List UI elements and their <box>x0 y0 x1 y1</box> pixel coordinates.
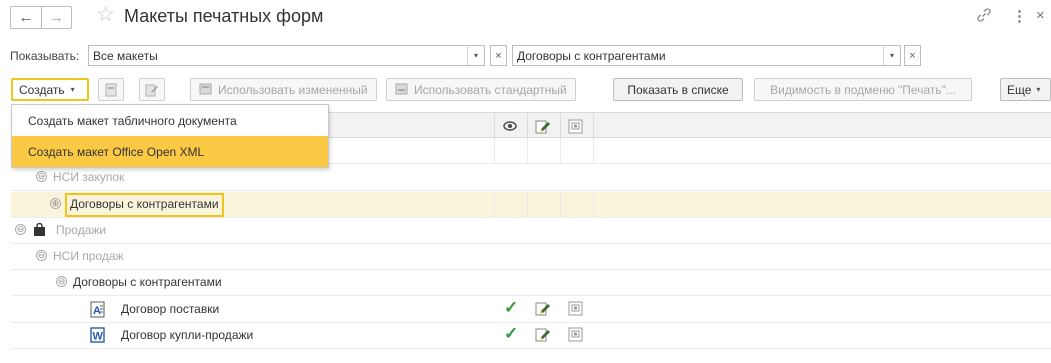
check-icon[interactable]: ✓ <box>504 298 518 318</box>
open-template-button[interactable] <box>98 78 124 101</box>
create-dropdown-menu: Создать макет табличного документа Созда… <box>11 104 329 168</box>
close-icon[interactable]: × <box>1036 7 1045 24</box>
chevron-down-icon: ▾ <box>70 85 75 94</box>
eye-icon <box>503 120 517 135</box>
spreadsheet-document-icon: A <box>90 301 105 321</box>
svg-text:A: A <box>93 305 101 317</box>
shopping-bag-icon <box>33 222 46 240</box>
navigation-buttons: ← → <box>10 6 72 29</box>
expand-icon[interactable]: ⊕ <box>50 198 61 209</box>
show-filter-select[interactable]: Все макеты ▾ <box>88 45 485 66</box>
table-row[interactable]: ⊕ Договоры с контрагентами <box>11 192 1051 218</box>
favorite-star-icon[interactable]: ☆ <box>96 4 115 25</box>
page-title: Макеты печатных форм <box>124 6 324 26</box>
table-row[interactable]: W Договор купли-продажи ✓ <box>11 323 1051 349</box>
link-icon[interactable] <box>976 7 992 27</box>
show-filter-label: Показывать: <box>10 49 80 63</box>
table-row[interactable]: ⊖ НСИ продаж <box>11 244 1051 270</box>
use-standard-button[interactable]: Использовать стандартный <box>386 78 576 101</box>
create-button[interactable]: Создать ▾ <box>11 78 89 101</box>
tree-node-label: НСИ закупок <box>53 170 125 184</box>
template-name: Договор купли-продажи <box>121 328 254 342</box>
chevron-down-icon[interactable]: ▾ <box>467 46 484 65</box>
more-actions-icon[interactable]: ⋮ <box>1012 7 1027 25</box>
tree-node-label[interactable]: Договоры с контрагентами <box>65 193 224 217</box>
edit-template-icon[interactable] <box>535 327 551 345</box>
chevron-down-icon: ▾ <box>1036 85 1041 94</box>
table-row[interactable]: ⊖ Договоры с контрагентами <box>11 270 1051 296</box>
edit-template-button[interactable] <box>139 78 165 101</box>
object-filter-select[interactable]: Договоры с контрагентами ▾ <box>512 45 901 66</box>
create-office-open-xml-template-item[interactable]: Создать макет Office Open XML <box>12 136 328 167</box>
template-type-icon <box>568 119 584 137</box>
show-filter-value: Все макеты <box>93 48 158 63</box>
edit-template-icon <box>535 119 551 137</box>
edit-template-icon[interactable] <box>535 301 551 319</box>
template-type-icon <box>568 301 584 319</box>
object-filter-clear-button[interactable]: × <box>904 45 921 66</box>
tree-node-label: Продажи <box>56 223 107 237</box>
show-filter-clear-button[interactable]: × <box>490 45 507 66</box>
arrow-right-icon: → <box>49 9 64 26</box>
collapse-icon[interactable]: ⊖ <box>56 276 67 287</box>
svg-text:W: W <box>93 331 104 343</box>
word-document-icon: W <box>90 327 105 346</box>
use-standard-label: Использовать стандартный <box>414 82 567 97</box>
more-button[interactable]: Еще ▾ <box>1000 78 1051 101</box>
create-button-label: Создать <box>19 82 65 97</box>
use-modified-button[interactable]: Использовать измененный <box>190 78 377 101</box>
collapse-icon[interactable]: ⊖ <box>15 224 26 235</box>
template-modified-icon <box>199 83 212 95</box>
tree-node-label: НСИ продаж <box>53 249 124 263</box>
use-modified-label: Использовать измененный <box>218 82 368 97</box>
print-visibility-button[interactable]: Видимость в подменю "Печать"... <box>754 78 972 101</box>
object-filter-value: Договоры с контрагентами <box>517 48 666 63</box>
more-button-label: Еще <box>1007 82 1032 97</box>
arrow-left-icon: ← <box>18 9 34 26</box>
tree-node-label: Договоры с контрагентами <box>73 275 222 289</box>
check-icon[interactable]: ✓ <box>504 324 518 344</box>
edit-icon <box>145 84 158 96</box>
collapse-icon[interactable]: ⊖ <box>36 250 47 261</box>
forward-button[interactable]: → <box>41 7 71 28</box>
template-standard-icon <box>395 83 408 95</box>
collapse-icon[interactable]: ⊖ <box>36 171 47 182</box>
back-button[interactable]: ← <box>11 7 41 28</box>
template-type-icon <box>568 327 584 345</box>
template-name: Договор поставки <box>121 302 220 316</box>
table-row[interactable]: A Договор поставки ✓ <box>11 297 1051 323</box>
create-spreadsheet-template-item[interactable]: Создать макет табличного документа <box>12 105 328 136</box>
show-in-list-button[interactable]: Показать в списке <box>613 78 743 101</box>
chevron-down-icon[interactable]: ▾ <box>883 46 900 65</box>
table-row[interactable]: ⊖ НСИ закупок <box>11 165 1051 191</box>
table-row[interactable]: ⊖ Продажи <box>11 218 1051 244</box>
document-icon <box>105 83 117 96</box>
